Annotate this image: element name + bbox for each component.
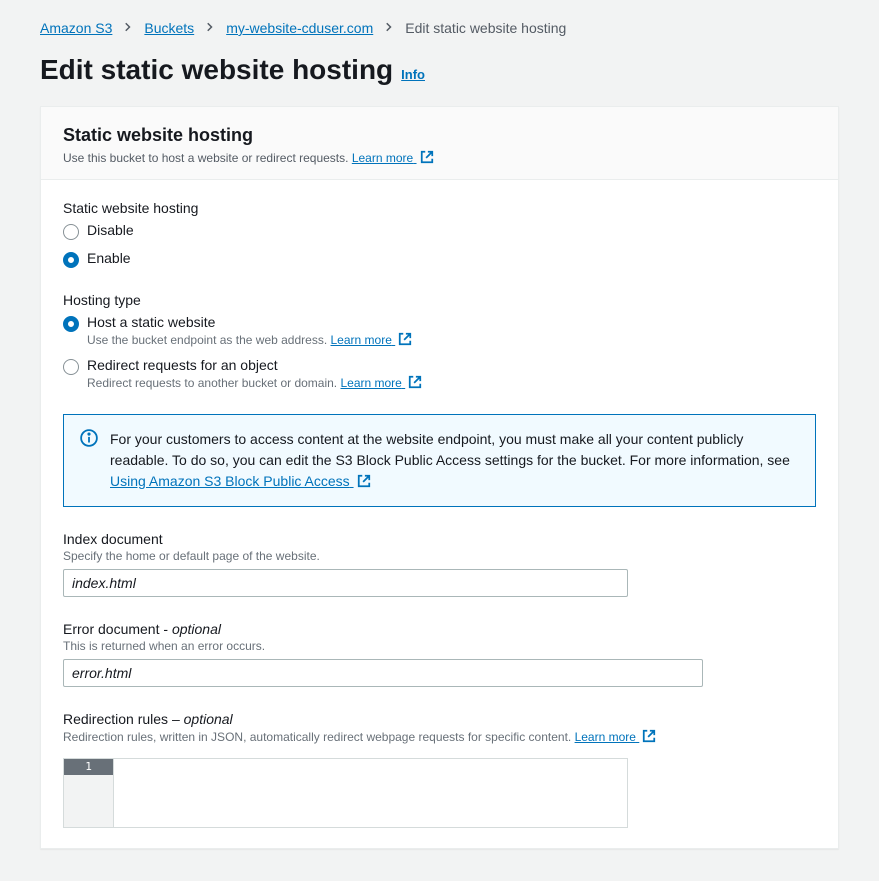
learn-more-text: Learn more — [575, 730, 636, 744]
panel-learn-more-link[interactable]: Learn more — [352, 151, 434, 165]
external-link-icon — [642, 729, 656, 743]
redirection-rules-label-optional: optional — [184, 711, 233, 727]
redirection-rules-sub-text: Redirection rules, written in JSON, auto… — [63, 730, 571, 744]
error-document-label: Error document - optional — [63, 621, 816, 637]
breadcrumb: Amazon S3 Buckets my-website-cduser.com … — [40, 20, 839, 36]
panel-subtitle: Use this bucket to host a website or red… — [63, 150, 816, 165]
external-link-icon — [420, 150, 434, 164]
breadcrumb-amazon-s3[interactable]: Amazon S3 — [40, 20, 112, 36]
hosting-type-host-desc: Use the bucket endpoint as the web addre… — [87, 332, 412, 347]
panel-header: Static website hosting Use this bucket t… — [41, 107, 838, 180]
radio-icon — [63, 224, 79, 240]
alert-text-body: For your customers to access content at … — [110, 431, 790, 468]
error-document-label-optional: optional — [172, 621, 221, 637]
external-link-icon — [357, 474, 371, 488]
hosting-disable-radio[interactable]: Disable — [63, 222, 816, 240]
radio-icon — [63, 316, 79, 332]
hosting-type-redirect-desc-text: Redirect requests to another bucket or d… — [87, 376, 337, 390]
breadcrumb-current: Edit static website hosting — [405, 20, 566, 36]
alert-text: For your customers to access content at … — [110, 429, 799, 492]
learn-more-text: Learn more — [340, 376, 401, 390]
hosting-type-redirect-desc: Redirect requests to another bucket or d… — [87, 375, 422, 390]
hosting-type-host-title: Host a static website — [87, 314, 412, 330]
hosting-toggle-label: Static website hosting — [63, 200, 816, 216]
hosting-type-host-learn-link[interactable]: Learn more — [331, 333, 413, 347]
error-document-input[interactable] — [63, 659, 703, 687]
index-document-group: Index document Specify the home or defau… — [63, 531, 816, 597]
external-link-icon — [408, 375, 422, 389]
index-document-input[interactable] — [63, 569, 628, 597]
page-title: Edit static website hosting Info — [40, 54, 839, 86]
panel-title: Static website hosting — [63, 125, 816, 146]
hosting-enable-label: Enable — [87, 250, 131, 266]
hosting-type-redirect-title: Redirect requests for an object — [87, 357, 422, 373]
hosting-type-host-desc-text: Use the bucket endpoint as the web addre… — [87, 333, 327, 347]
redirection-rules-label-main: Redirection rules – — [63, 711, 184, 727]
radio-icon — [63, 359, 79, 375]
editor-gutter: 1 — [64, 759, 114, 827]
breadcrumb-buckets[interactable]: Buckets — [144, 20, 194, 36]
chevron-right-icon — [204, 20, 216, 36]
panel-subtitle-text: Use this bucket to host a website or red… — [63, 151, 348, 165]
hosting-type-label: Hosting type — [63, 292, 816, 308]
alert-link-text: Using Amazon S3 Block Public Access — [110, 473, 350, 489]
info-icon — [80, 429, 98, 492]
hosting-disable-label: Disable — [87, 222, 134, 238]
chevron-right-icon — [122, 20, 134, 36]
static-website-hosting-panel: Static website hosting Use this bucket t… — [40, 106, 839, 849]
index-document-label: Index document — [63, 531, 816, 547]
hosting-type-group: Hosting type Host a static website Use t… — [63, 292, 816, 390]
external-link-icon — [398, 332, 412, 346]
redirection-rules-sub: Redirection rules, written in JSON, auto… — [63, 729, 816, 744]
index-document-sub: Specify the home or default page of the … — [63, 549, 816, 563]
redirection-rules-label: Redirection rules – optional — [63, 711, 816, 727]
error-document-sub: This is returned when an error occurs. — [63, 639, 816, 653]
editor-content[interactable] — [114, 759, 627, 827]
hosting-type-host-radio[interactable]: Host a static website Use the bucket end… — [63, 314, 816, 347]
panel-learn-more-text: Learn more — [352, 151, 413, 165]
radio-icon — [63, 252, 79, 268]
panel-body: Static website hosting Disable Enable Ho… — [41, 180, 838, 848]
info-link[interactable]: Info — [401, 67, 425, 82]
hosting-type-redirect-learn-link[interactable]: Learn more — [340, 376, 422, 390]
line-number: 1 — [64, 759, 113, 775]
error-document-group: Error document - optional This is return… — [63, 621, 816, 687]
hosting-toggle-group: Static website hosting Disable Enable — [63, 200, 816, 268]
public-access-info-alert: For your customers to access content at … — [63, 414, 816, 507]
hosting-enable-radio[interactable]: Enable — [63, 250, 816, 268]
redirection-rules-group: Redirection rules – optional Redirection… — [63, 711, 816, 828]
error-document-label-main: Error document - — [63, 621, 172, 637]
page-title-text: Edit static website hosting — [40, 54, 393, 86]
learn-more-text: Learn more — [331, 333, 392, 347]
redirection-rules-editor[interactable]: 1 — [63, 758, 628, 828]
breadcrumb-bucket-name[interactable]: my-website-cduser.com — [226, 20, 373, 36]
alert-block-public-access-link[interactable]: Using Amazon S3 Block Public Access — [110, 473, 371, 489]
chevron-right-icon — [383, 20, 395, 36]
redirection-rules-learn-link[interactable]: Learn more — [575, 730, 657, 744]
hosting-type-redirect-radio[interactable]: Redirect requests for an object Redirect… — [63, 357, 816, 390]
